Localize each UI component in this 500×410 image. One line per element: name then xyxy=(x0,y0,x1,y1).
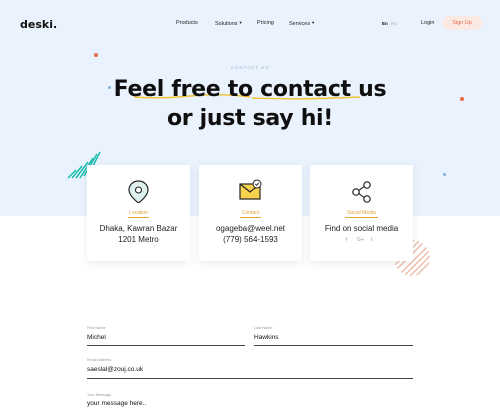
share-icon xyxy=(352,181,371,203)
card-label-underline xyxy=(128,217,149,218)
card-label: Location xyxy=(129,210,148,216)
social-card: Social Media Find on social media f G+ t xyxy=(310,165,413,261)
decor-dot xyxy=(108,86,111,89)
card-label-underline xyxy=(345,217,378,218)
email-input[interactable]: saeslal@zouj.co.uk xyxy=(87,366,143,373)
field-label: Email Address xyxy=(87,358,112,362)
card-label-underline xyxy=(240,217,261,218)
social-text: Find on social media xyxy=(324,224,399,233)
location-card: Location Dhaka, Kawran Bazar 1201 Metro xyxy=(87,165,190,261)
google-plus-icon[interactable]: G+ xyxy=(357,237,364,243)
last-name-input[interactable]: Hawkins xyxy=(254,334,279,341)
field-underline xyxy=(254,345,413,346)
decor-dot xyxy=(443,173,446,176)
field-underline xyxy=(87,378,413,379)
location-pin-icon xyxy=(128,180,149,203)
page-title: Feel free to contact us xyxy=(113,77,387,102)
address-line: Dhaka, Kawran Bazar xyxy=(99,224,178,233)
field-label: First Name xyxy=(87,326,106,330)
decor-dot xyxy=(94,53,98,57)
field-label: Last Name xyxy=(254,326,273,330)
contact-email[interactable]: ogageba@weel.net xyxy=(199,224,302,233)
field-underline xyxy=(87,345,245,346)
twitter-icon[interactable]: t xyxy=(371,237,372,243)
mail-icon xyxy=(239,179,262,200)
address-line: 1201 Metro xyxy=(118,235,159,244)
contact-phone[interactable]: (779) 564-1593 xyxy=(199,235,302,244)
contact-card: Contact ogageba@weel.net (779) 564-1593 xyxy=(199,165,302,261)
field-label: Your Message xyxy=(87,393,112,397)
facebook-icon[interactable]: f xyxy=(346,237,347,243)
page-subtitle: or just say hi! xyxy=(166,106,334,131)
first-name-input[interactable]: Michel xyxy=(87,334,106,341)
card-label: Contact xyxy=(241,210,260,216)
card-label: Social Media xyxy=(347,210,376,216)
decor-dot xyxy=(460,97,464,101)
message-input[interactable]: your message here.. xyxy=(87,400,146,407)
